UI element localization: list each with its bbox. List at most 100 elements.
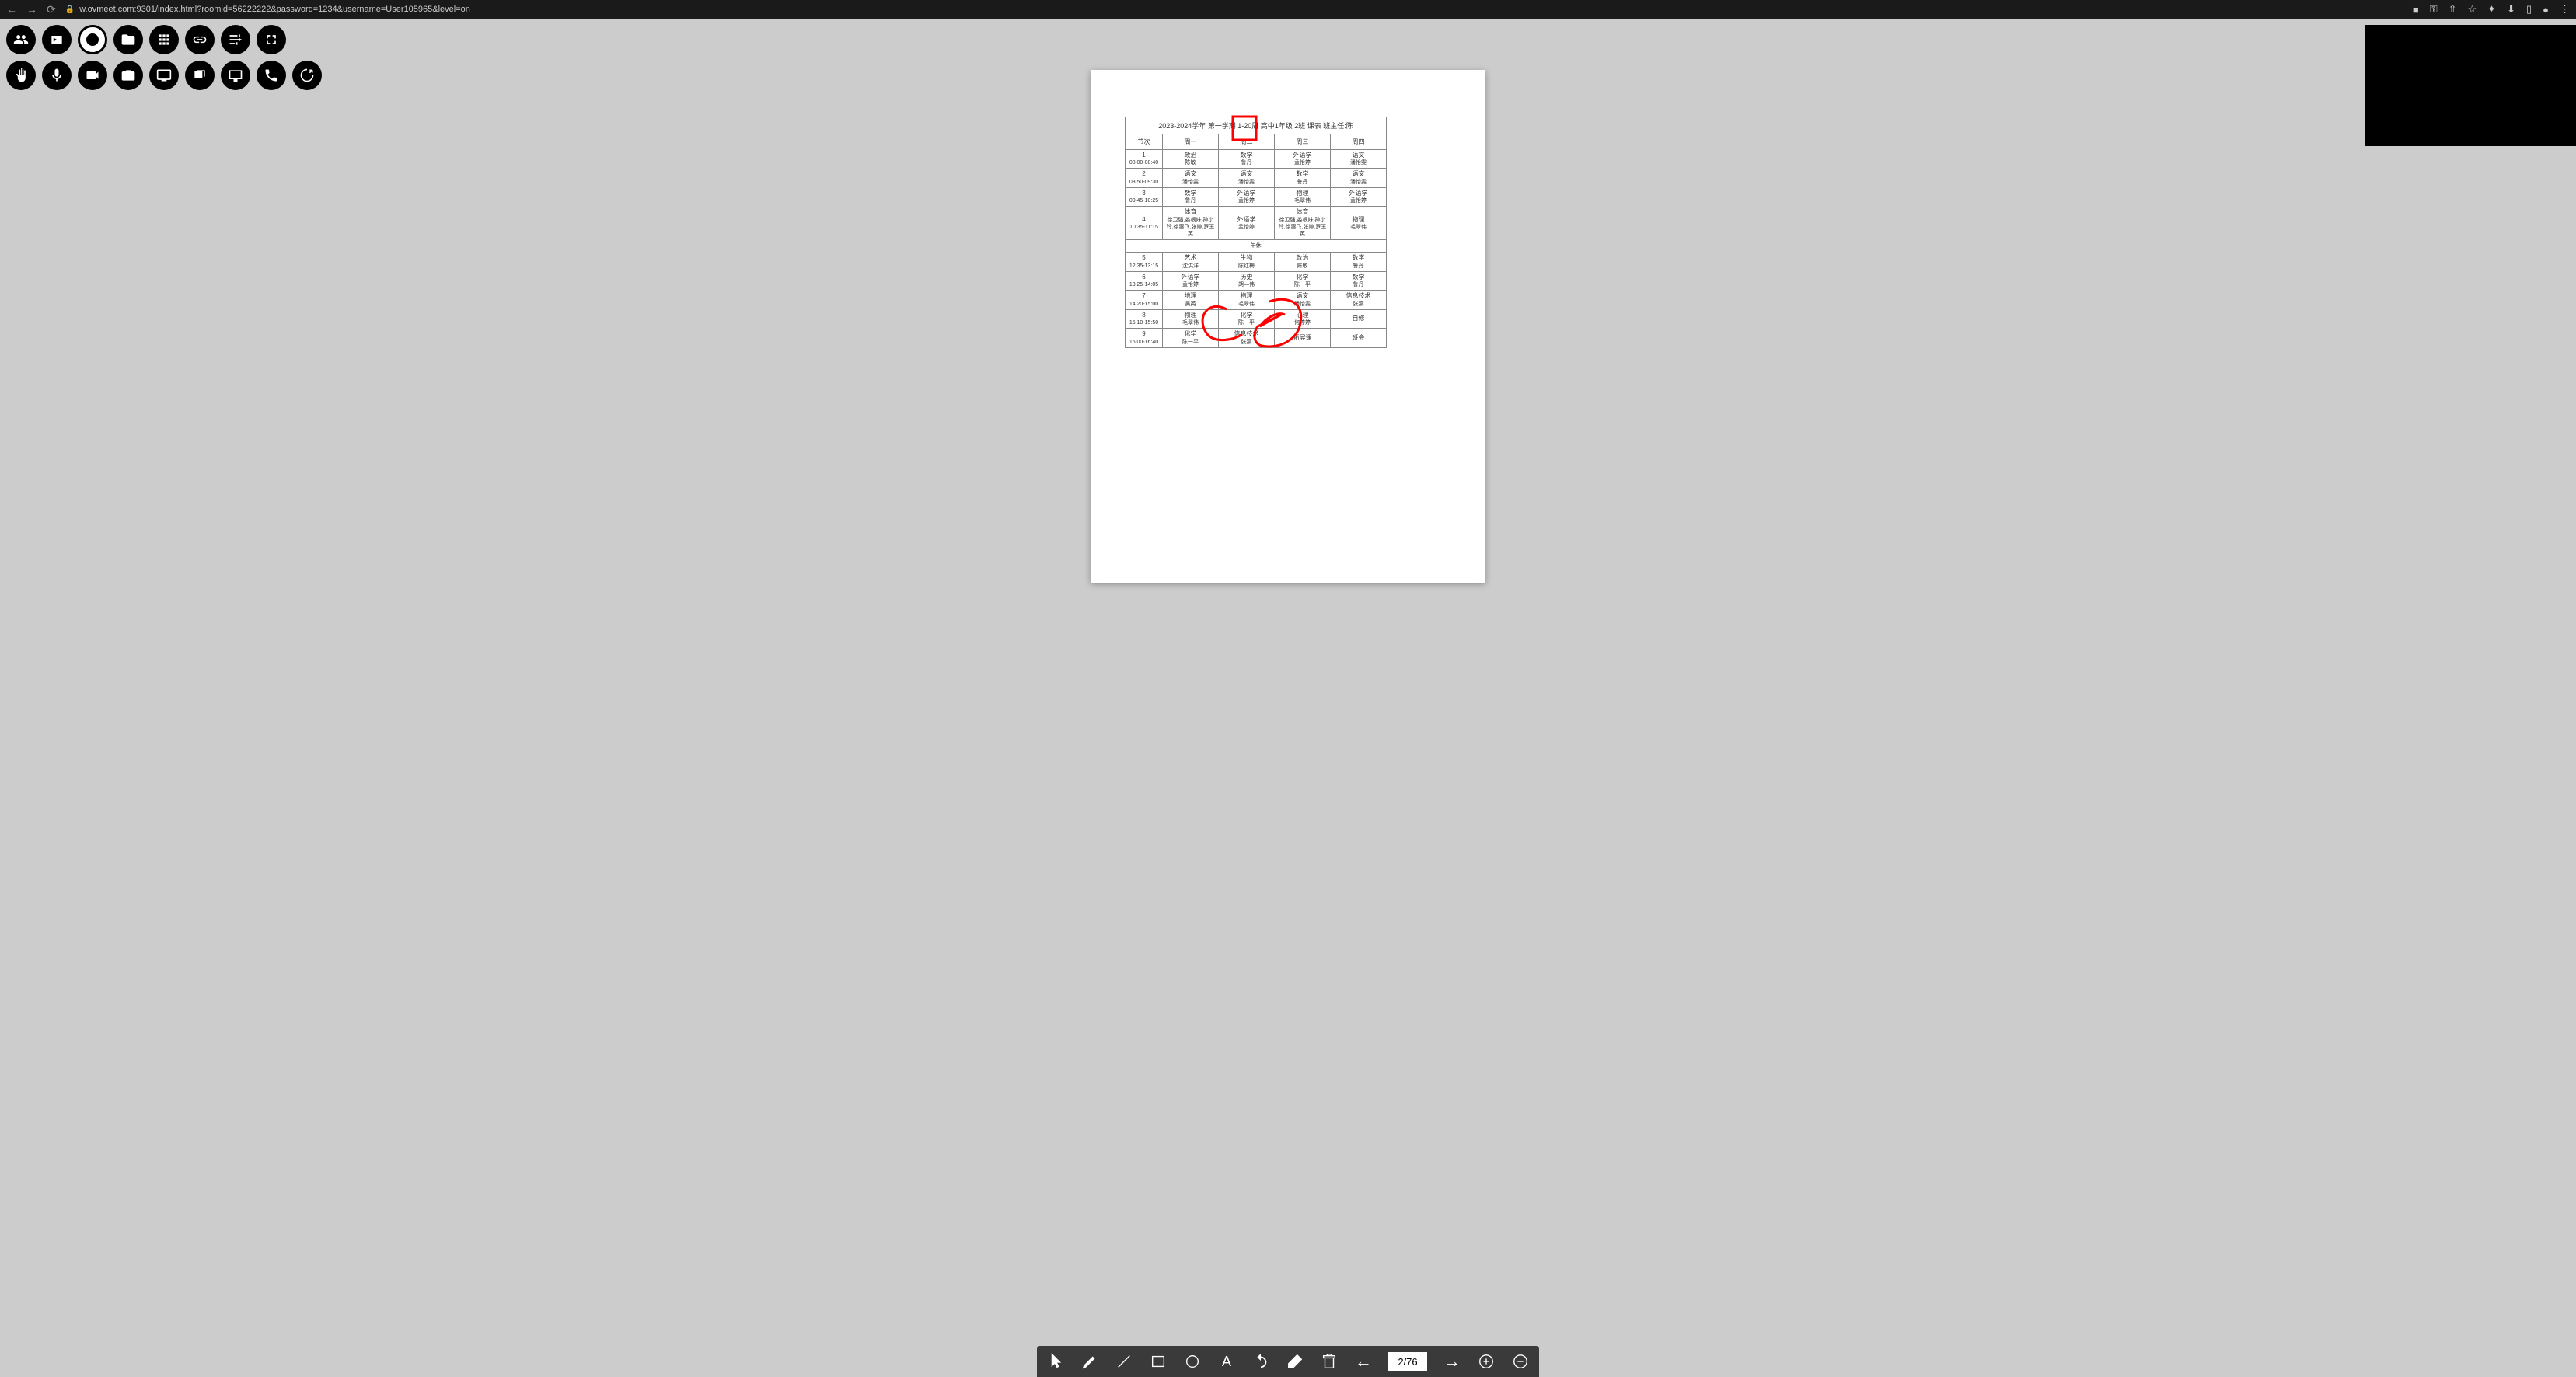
schedule-cell: 数学鲁丹 (1163, 187, 1219, 206)
schedule-cell: 物理毛翠伟 (1275, 187, 1331, 206)
schedule-cell: 自修 (1331, 309, 1387, 328)
video-button[interactable] (42, 25, 72, 54)
undo-tool[interactable] (1251, 1352, 1270, 1371)
schedule-cell: 体育徐卫强,娄根妹,孙小玲,徐惠飞,张婷,罗玉英 (1163, 207, 1219, 240)
url-text: w.ovmeet.com:9301/index.html?roomid=5622… (79, 5, 470, 14)
schedule-cell: 外语学孟怡婷 (1163, 271, 1219, 290)
text-tool[interactable]: A (1217, 1352, 1236, 1371)
col-period: 节次 (1126, 134, 1163, 150)
schedule-cell: 地理吴英 (1163, 291, 1219, 309)
col-wed: 周三 (1275, 134, 1331, 150)
table-row: 410:35-11:15体育徐卫强,娄根妹,孙小玲,徐惠飞,张婷,罗玉英外语学孟… (1126, 207, 1387, 240)
table-row: 916:00-16:40化学陈一平信息技术张燕拓展课班会 (1126, 329, 1387, 347)
col-tue: 周二 (1219, 134, 1275, 150)
circle-tool[interactable] (1183, 1352, 1202, 1371)
schedule-cell: 物理毛翠伟 (1331, 207, 1387, 240)
reload-button[interactable]: ⟳ (47, 3, 56, 16)
schedule-cell: 数学鲁丹 (1219, 150, 1275, 169)
share-icon[interactable]: ⇧ (2449, 3, 2457, 16)
lunch-cell: 午休 (1126, 240, 1387, 253)
schedule-cell: 化学陈一平 (1219, 309, 1275, 328)
pen-tool[interactable] (1080, 1352, 1099, 1371)
exit-button[interactable] (292, 61, 322, 90)
schedule-cell: 化学陈一平 (1163, 329, 1219, 347)
schedule-cell: 艺术沈洪洋 (1163, 253, 1219, 271)
mic-button[interactable] (42, 61, 72, 90)
schedule-cell: 政治陈敏 (1163, 150, 1219, 169)
schedule-cell: 语文潘怡雯 (1331, 150, 1387, 169)
col-mon: 周一 (1163, 134, 1219, 150)
period-cell: 410:35-11:15 (1126, 207, 1163, 240)
schedule-cell: 政治陈敏 (1275, 253, 1331, 271)
profile-icon[interactable]: ● (2543, 4, 2549, 16)
schedule-cell: 数学鲁丹 (1331, 253, 1387, 271)
panel-icon[interactable]: ▯ (2526, 3, 2532, 16)
period-cell: 208:50-09:30 (1126, 169, 1163, 187)
period-cell: 815:10-15:50 (1126, 309, 1163, 328)
back-button[interactable]: ← (6, 3, 17, 16)
snapshot-button[interactable] (113, 61, 143, 90)
prev-page[interactable]: ← (1354, 1352, 1373, 1371)
windows-button[interactable] (185, 61, 215, 90)
rect-tool[interactable] (1149, 1352, 1168, 1371)
browser-right-icons: ■ ⚿ ⇧ ☆ ✦ ⬇ ▯ ● ⋮ (2413, 3, 2570, 16)
schedule-cell: 外语学孟怡婷 (1331, 187, 1387, 206)
video-preview[interactable] (2365, 25, 2576, 146)
schedule-cell: 历史胡—伟 (1219, 271, 1275, 290)
schedule-cell: 外语学孟怡婷 (1219, 187, 1275, 206)
eraser-tool[interactable] (1286, 1352, 1304, 1371)
trash-tool[interactable] (1320, 1352, 1339, 1371)
grid-button[interactable] (149, 25, 179, 54)
schedule-header-row: 节次 周一 周二 周三 周四 (1126, 134, 1387, 150)
bottom-toolbar: A ← → (1037, 1346, 1539, 1377)
schedule-cell: 信息技术张燕 (1219, 329, 1275, 347)
schedule-cell: 数学鲁丹 (1275, 169, 1331, 187)
schedule-table: 2023-2024学年 第一学期 1-20周 高中1年级 2班 课表 班主任:陈… (1125, 117, 1387, 348)
schedule-cell: 信息技术张燕 (1331, 291, 1387, 309)
zoom-out[interactable] (1511, 1352, 1530, 1371)
table-row: 613:25-14:05外语学孟怡婷历史胡—伟化学陈一平数学鲁丹 (1126, 271, 1387, 290)
col-thu: 周四 (1331, 134, 1387, 150)
document-area[interactable]: 2023-2024学年 第一学期 1-20周 高中1年级 2班 课表 班主任:陈… (1091, 70, 1485, 583)
schedule-cell: 班会 (1331, 329, 1387, 347)
schedule-cell: 语文潘怡雯 (1163, 169, 1219, 187)
page-input[interactable] (1388, 1352, 1427, 1371)
extensions-icon[interactable]: ✦ (2487, 3, 2496, 16)
folder-button[interactable] (113, 25, 143, 54)
fullscreen-button[interactable] (257, 25, 286, 54)
period-cell: 714:20-15:00 (1126, 291, 1163, 309)
period-cell: 916:00-16:40 (1126, 329, 1163, 347)
pointer-tool[interactable] (1046, 1352, 1065, 1371)
period-cell: 108:00-08:40 (1126, 150, 1163, 169)
schedule-cell: 生物陈红梅 (1219, 253, 1275, 271)
camera-indicator-icon[interactable]: ■ (2413, 4, 2419, 16)
downloads-icon[interactable]: ⬇ (2507, 3, 2515, 16)
period-cell: 512:35-13:15 (1126, 253, 1163, 271)
menu-icon[interactable]: ⋮ (2560, 3, 2570, 16)
table-row: 815:10-15:50物理毛翠伟化学陈一平心理何婷婷自修 (1126, 309, 1387, 328)
line-tool[interactable] (1115, 1352, 1133, 1371)
schedule-cell: 体育徐卫强,娄根妹,孙小玲,徐惠飞,张婷,罗玉英 (1275, 207, 1331, 240)
hand-button[interactable] (6, 61, 36, 90)
whiteboard-button[interactable] (221, 61, 250, 90)
forward-button[interactable]: → (26, 3, 37, 16)
url-bar[interactable]: 🔒 w.ovmeet.com:9301/index.html?roomid=56… (65, 5, 2403, 14)
link-button[interactable] (185, 25, 215, 54)
settings-button[interactable] (221, 25, 250, 54)
phone-button[interactable] (257, 61, 286, 90)
members-button[interactable] (6, 25, 36, 54)
browser-bar: ← → ⟳ 🔒 w.ovmeet.com:9301/index.html?roo… (0, 0, 2576, 19)
record-button[interactable] (78, 25, 107, 54)
schedule-title: 2023-2024学年 第一学期 1-20周 高中1年级 2班 课表 班主任:陈 (1126, 117, 1387, 134)
key-icon[interactable]: ⚿ (2430, 3, 2438, 16)
zoom-in[interactable] (1477, 1352, 1496, 1371)
schedule-cell: 语文潘怡雯 (1275, 291, 1331, 309)
next-page[interactable]: → (1443, 1352, 1461, 1371)
star-icon[interactable]: ☆ (2468, 3, 2477, 16)
period-cell: 613:25-14:05 (1126, 271, 1163, 290)
schedule-cell: 语文潘怡雯 (1219, 169, 1275, 187)
screen-share-button[interactable] (149, 61, 179, 90)
schedule-cell: 外语学孟怡婷 (1275, 150, 1331, 169)
table-row: 309:45-10:25数学鲁丹外语学孟怡婷物理毛翠伟外语学孟怡婷 (1126, 187, 1387, 206)
camera-button[interactable] (78, 61, 107, 90)
